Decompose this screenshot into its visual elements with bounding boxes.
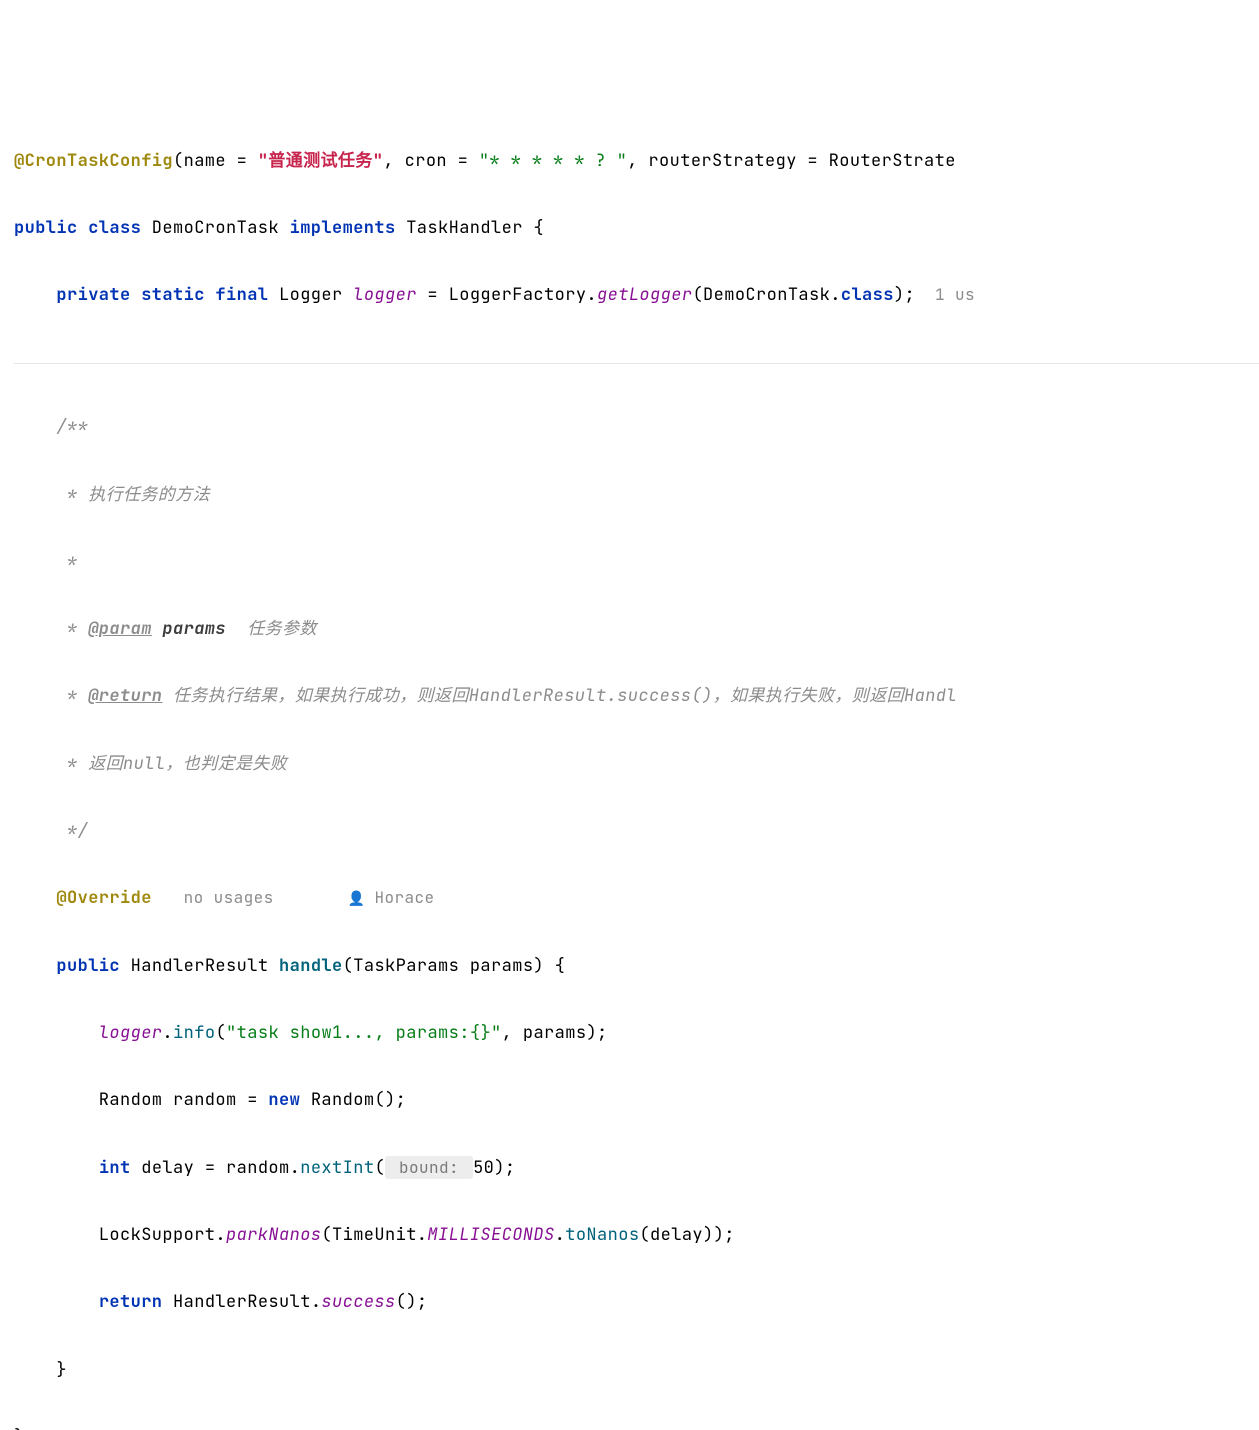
keyword: implements [290,217,396,239]
keyword: public class [14,217,141,239]
method-params: (TaskParams params) { [343,955,566,977]
text: (); [396,1291,428,1313]
code-line-close-brace[interactable]: } [14,1421,1259,1430]
text: Random(); [300,1089,406,1111]
keyword: private static final [56,284,268,306]
text: (TimeUnit. [321,1224,427,1246]
text: 任务执行结果，如果执行成功，则返回HandlerResult.success()… [162,685,957,707]
text: = LoggerFactory. [417,284,597,306]
text: Random random = [14,1089,268,1111]
method-call: toNanos [565,1224,639,1246]
type: Logger [268,284,353,306]
text: (DemoCronTask. [692,284,840,306]
annotation: @Override [56,887,151,909]
code-line-method-sig[interactable]: public HandlerResult handle(TaskParams p… [14,950,1259,984]
text: , params); [502,1022,608,1044]
class-name: DemoCronTask [141,217,289,239]
text: ( [215,1022,226,1044]
text: delay = random. [131,1157,301,1179]
method-call: nextInt [300,1157,374,1179]
text: ( [374,1157,385,1179]
string-literal: "task show1..., params:{}" [226,1022,502,1044]
doc-line[interactable]: /** [14,411,1259,445]
usages-inlay[interactable]: 1 us [915,284,975,305]
code-line-close-brace[interactable]: } [14,1354,1259,1388]
text: * [14,618,88,640]
code-line-body[interactable]: logger.info("task show1..., params:{}", … [14,1017,1259,1051]
static-method: parkNanos [226,1224,321,1246]
doc-tag: @return [88,685,162,707]
string-literal: "* * * * * ? " [479,150,627,172]
code-line-body[interactable]: LockSupport.parkNanos(TimeUnit.MILLISECO… [14,1219,1259,1253]
method-separator [14,363,1259,364]
static-method: getLogger [597,284,692,306]
static-method: success [321,1291,395,1313]
keyword: return [99,1291,163,1313]
text: 任务参数 [226,618,317,640]
author-inlay[interactable]: Horace [374,887,434,908]
doc-line[interactable]: * 返回null，也判定是失败 [14,748,1259,782]
doc-line[interactable]: */ [14,815,1259,849]
text: . [162,1022,173,1044]
text: (delay)); [639,1224,734,1246]
code-line-1[interactable]: @CronTaskConfig(name = "普通测试任务", cron = … [14,145,1259,179]
doc-param: params [152,618,226,640]
code-line-body[interactable]: int delay = random.nextInt( bound: 50); [14,1152,1259,1186]
text: , routerStrategy = RouterStrate [627,150,956,172]
keyword: class [841,284,894,306]
static-field: logger [353,284,417,306]
indent [14,1291,99,1313]
text: , cron = [383,150,478,172]
code-line-override[interactable]: @Override no usages 👤 Horace [14,882,1259,916]
author-icon: 👤 [348,890,375,908]
method-call: info [173,1022,215,1044]
usages-inlay[interactable]: no usages [184,887,274,908]
doc-line[interactable]: * 执行任务的方法 [14,479,1259,513]
text: * [14,685,88,707]
parameter-hint: bound: [385,1156,473,1179]
text: LockSupport. [14,1224,226,1246]
code-line-body[interactable]: return HandlerResult.success(); [14,1286,1259,1320]
text: HandlerResult. [162,1291,321,1313]
text: (name = [173,150,258,172]
doc-line[interactable]: * [14,546,1259,580]
doc-line[interactable]: * @return 任务执行结果，如果执行成功，则返回HandlerResult… [14,680,1259,714]
interface-name: TaskHandler { [396,217,544,239]
string-literal: "普通测试任务" [258,150,384,172]
indent [14,1157,99,1179]
doc-line[interactable]: * @param params 任务参数 [14,613,1259,647]
indent [14,1022,99,1044]
doc-tag: @param [88,618,152,640]
enum-constant: MILLISECONDS [427,1224,554,1246]
text: . [555,1224,566,1246]
keyword: public [56,955,120,977]
text: ); [894,284,915,306]
code-line-body[interactable]: Random random = new Random(); [14,1084,1259,1118]
static-field: logger [99,1022,163,1044]
text: 50); [473,1157,515,1179]
keyword: new [268,1089,300,1111]
keyword: int [99,1157,131,1179]
code-line-3[interactable]: private static final Logger logger = Log… [14,279,1259,313]
code-line-2[interactable]: public class DemoCronTask implements Tas… [14,212,1259,246]
method-name: handle [279,955,343,977]
annotation: @CronTaskConfig [14,150,173,172]
return-type: HandlerResult [120,955,279,977]
